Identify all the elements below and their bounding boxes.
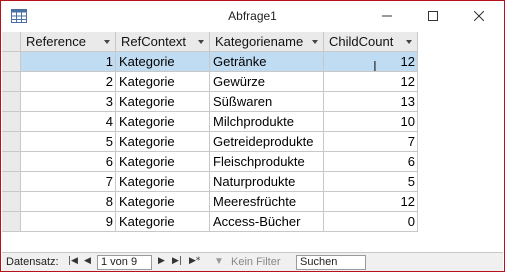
cell-childcount[interactable]: 12 <box>324 192 418 212</box>
maximize-icon <box>428 9 438 24</box>
column-header-kategoriename[interactable]: Kategoriename <box>210 32 324 52</box>
minimize-icon <box>382 9 392 24</box>
table-row[interactable]: 4 Kategorie Milchprodukte 10 <box>2 112 418 132</box>
table-row[interactable]: 3 Kategorie Süßwaren 13 <box>2 92 418 112</box>
sort-dropdown-icon[interactable] <box>312 40 318 44</box>
table-row[interactable]: 8 Kategorie Meeresfrüchte 12 <box>2 192 418 212</box>
row-selector[interactable] <box>2 92 21 112</box>
row-selector[interactable] <box>2 132 21 152</box>
column-header-refcontext[interactable]: RefContext <box>116 32 210 52</box>
table-row[interactable]: 2 Kategorie Gewürze 12 <box>2 72 418 92</box>
last-record-icon[interactable]: ▶| <box>172 256 182 266</box>
first-record-icon[interactable]: |◀ <box>68 256 78 266</box>
cell-childcount[interactable]: 12 <box>324 52 418 72</box>
cell-refcontext[interactable]: Kategorie <box>116 52 210 72</box>
cell-reference[interactable]: 8 <box>21 192 116 212</box>
cell-kategoriename[interactable]: Süßwaren <box>210 92 324 112</box>
text-cursor-icon: I <box>373 60 377 75</box>
title-bar[interactable]: Abfrage1 <box>1 1 504 32</box>
cell-childcount[interactable]: 7 <box>324 132 418 152</box>
cell-childcount[interactable]: 12 <box>324 72 418 92</box>
cell-kategoriename[interactable]: Milchprodukte <box>210 112 324 132</box>
next-record-icon[interactable]: ▶ <box>158 256 165 266</box>
cell-reference[interactable]: 3 <box>21 92 116 112</box>
row-selector[interactable] <box>2 112 21 132</box>
sort-dropdown-icon[interactable] <box>198 40 204 44</box>
cell-childcount[interactable]: 13 <box>324 92 418 112</box>
cell-refcontext[interactable]: Kategorie <box>116 72 210 92</box>
cell-refcontext[interactable]: Kategorie <box>116 172 210 192</box>
cell-refcontext[interactable]: Kategorie <box>116 192 210 212</box>
search-input[interactable]: Suchen <box>296 255 366 270</box>
sort-dropdown-icon[interactable] <box>406 40 412 44</box>
row-selector[interactable] <box>2 192 21 212</box>
row-selector[interactable] <box>2 172 21 192</box>
cell-refcontext[interactable]: Kategorie <box>116 112 210 132</box>
cell-refcontext[interactable]: Kategorie <box>116 152 210 172</box>
record-label: Datensatz: <box>6 256 59 268</box>
cell-kategoriename[interactable]: Naturprodukte <box>210 172 324 192</box>
current-record-input[interactable]: 1 von 9 <box>97 255 152 270</box>
filter-toggle[interactable]: Kein Filter <box>231 256 281 268</box>
new-record-icon[interactable]: ▶* <box>189 256 200 266</box>
filter-icon[interactable]: ▼ <box>214 256 224 267</box>
table-row[interactable]: 6 Kategorie Fleischprodukte 6 <box>2 152 418 172</box>
cell-reference[interactable]: 4 <box>21 112 116 132</box>
cell-childcount[interactable]: 0 <box>324 212 418 232</box>
cell-reference[interactable]: 1 <box>21 52 116 72</box>
cell-kategoriename[interactable]: Gewürze <box>210 72 324 92</box>
column-header-label: RefContext <box>121 34 187 49</box>
column-header-label: Kategoriename <box>215 34 304 49</box>
record-navigation-bar: Datensatz: |◀ ◀ 1 von 9 ▶ ▶| ▶* ▼ Kein F… <box>2 252 503 271</box>
minimize-button[interactable] <box>364 1 410 32</box>
cell-reference[interactable]: 2 <box>21 72 116 92</box>
table-row[interactable]: 1 Kategorie Getränke 12 <box>2 52 418 72</box>
column-header-label: Reference <box>26 34 86 49</box>
cell-kategoriename[interactable]: Access-Bücher <box>210 212 324 232</box>
row-selector[interactable] <box>2 152 21 172</box>
cell-childcount[interactable]: 6 <box>324 152 418 172</box>
table-row[interactable]: 7 Kategorie Naturprodukte 5 <box>2 172 418 192</box>
cell-childcount[interactable]: 5 <box>324 172 418 192</box>
cell-refcontext[interactable]: Kategorie <box>116 92 210 112</box>
datasheet-grid[interactable]: Reference RefContext Kategoriename Child… <box>2 32 503 252</box>
cell-kategoriename[interactable]: Fleischprodukte <box>210 152 324 172</box>
row-selector[interactable] <box>2 72 21 92</box>
select-all-corner[interactable] <box>2 32 21 52</box>
maximize-button[interactable] <box>410 1 456 32</box>
cell-refcontext[interactable]: Kategorie <box>116 132 210 152</box>
previous-record-icon[interactable]: ◀ <box>84 256 91 266</box>
cell-reference[interactable]: 7 <box>21 172 116 192</box>
sort-dropdown-icon[interactable] <box>104 40 110 44</box>
table-row[interactable]: 5 Kategorie Getreideprodukte 7 <box>2 132 418 152</box>
close-button[interactable] <box>456 1 502 32</box>
table-row[interactable]: 9 Kategorie Access-Bücher 0 <box>2 212 418 232</box>
cell-reference[interactable]: 5 <box>21 132 116 152</box>
column-header-reference[interactable]: Reference <box>21 32 116 52</box>
cell-childcount[interactable]: 10 <box>324 112 418 132</box>
close-icon <box>473 9 485 24</box>
column-header-childcount[interactable]: ChildCount <box>324 32 418 52</box>
cell-kategoriename[interactable]: Meeresfrüchte <box>210 192 324 212</box>
cell-reference[interactable]: 6 <box>21 152 116 172</box>
cell-kategoriename[interactable]: Getreideprodukte <box>210 132 324 152</box>
cell-kategoriename[interactable]: Getränke <box>210 52 324 72</box>
cell-reference[interactable]: 9 <box>21 212 116 232</box>
cell-refcontext[interactable]: Kategorie <box>116 212 210 232</box>
column-header-label: ChildCount <box>329 34 394 49</box>
row-selector[interactable] <box>2 52 21 72</box>
query-window: Abfrage1 Reference RefContext Kategorien… <box>0 0 505 272</box>
row-selector[interactable] <box>2 212 21 232</box>
